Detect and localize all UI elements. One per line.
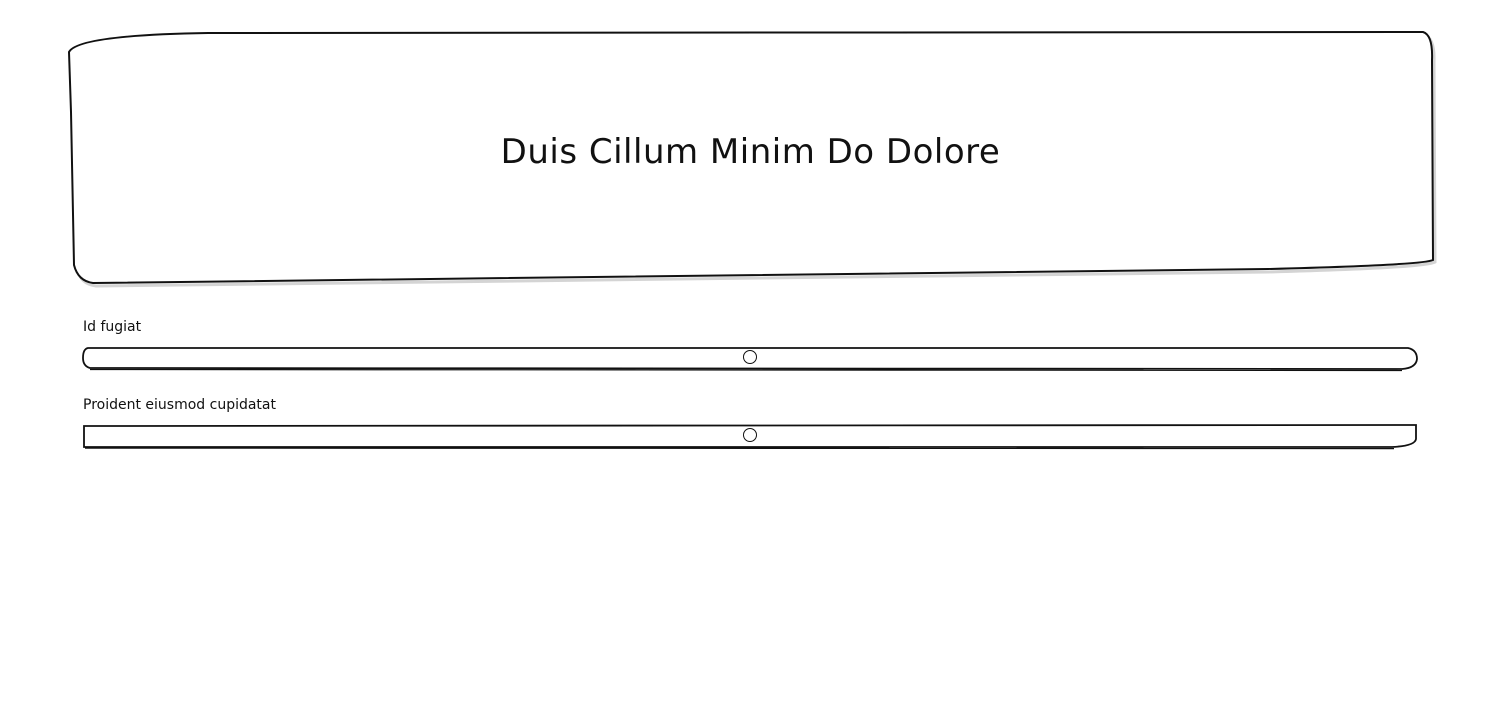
slider-label: Proident eiusmod cupidatat bbox=[83, 397, 276, 413]
slider-track[interactable] bbox=[82, 424, 1418, 450]
slider-group-id-fugiat: Id fugiat bbox=[82, 316, 1418, 372]
slider-label: Id fugiat bbox=[83, 319, 142, 335]
slider-group-proident-eiusmod-cupidatat: Proident eiusmod cupidatat bbox=[82, 394, 1418, 450]
slider-thumb[interactable] bbox=[743, 428, 757, 442]
slider-track[interactable] bbox=[82, 347, 1418, 372]
slider-thumb[interactable] bbox=[743, 350, 757, 364]
page: Duis Cillum Minim Do Dolore Id fugiat Pr… bbox=[0, 0, 1500, 720]
page-title: Duis Cillum Minim Do Dolore bbox=[500, 132, 1001, 172]
header-card: Duis Cillum Minim Do Dolore bbox=[67, 30, 1437, 288]
